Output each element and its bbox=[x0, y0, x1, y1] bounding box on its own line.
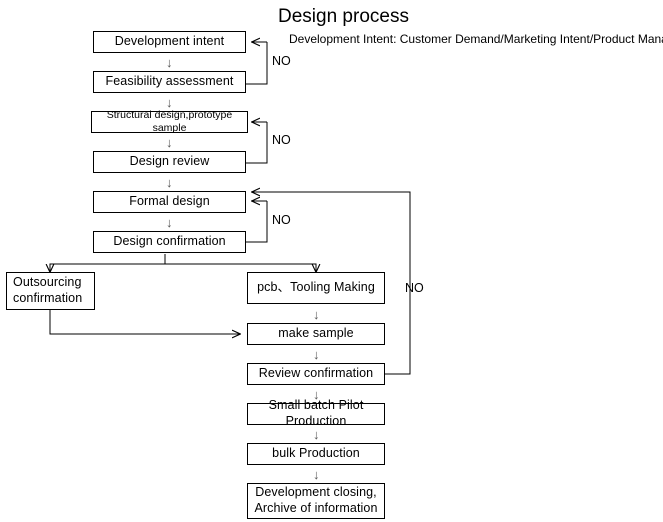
edge-label-no-design-confirmation: NO bbox=[272, 213, 291, 227]
flowchart-canvas: Design process Development Intent: Custo… bbox=[0, 0, 663, 522]
node-pcb-tooling-making[interactable]: pcb、Tooling Making bbox=[247, 272, 385, 304]
node-formal-design[interactable]: Formal design bbox=[93, 191, 246, 213]
node-design-confirmation[interactable]: Design confirmation bbox=[93, 231, 246, 253]
node-design-review[interactable]: Design review bbox=[93, 151, 246, 173]
arrow-glyph-1: ↓ bbox=[166, 55, 173, 70]
subtitle-note: Development Intent: Customer Demand/Mark… bbox=[289, 32, 663, 46]
node-structural-design[interactable]: Structural design,prototype sample bbox=[91, 109, 248, 134]
node-make-sample[interactable]: make sample bbox=[247, 323, 385, 345]
edge-label-no-feasibility: NO bbox=[272, 54, 291, 68]
node-review-confirmation[interactable]: Review confirmation bbox=[247, 363, 385, 385]
node-development-closing[interactable]: Development closing, Archive of informat… bbox=[247, 483, 385, 519]
node-feasibility-assessment[interactable]: Feasibility assessment bbox=[93, 71, 246, 93]
node-small-batch-pilot-production[interactable]: Small batch Pilot Production bbox=[247, 398, 385, 428]
node-development-intent[interactable]: Development intent bbox=[93, 31, 246, 53]
arrow-glyph-5: ↓ bbox=[166, 215, 173, 230]
edge-label-no-design-review: NO bbox=[272, 133, 291, 147]
arrow-glyph-2: ↓ bbox=[166, 95, 173, 110]
arrow-glyph-9: ↓ bbox=[313, 427, 320, 442]
edge-label-no-review-confirmation: NO bbox=[405, 281, 424, 295]
node-bulk-production[interactable]: bulk Production bbox=[247, 443, 385, 465]
arrow-glyph-6: ↓ bbox=[313, 307, 320, 322]
arrow-glyph-10: ↓ bbox=[313, 467, 320, 482]
arrow-glyph-3: ↓ bbox=[166, 135, 173, 150]
arrow-glyph-8: ↓ bbox=[313, 387, 320, 402]
arrow-glyph-4: ↓ bbox=[166, 175, 173, 190]
page-title: Design process bbox=[278, 6, 409, 27]
arrow-glyph-7: ↓ bbox=[313, 347, 320, 362]
node-outsourcing-confirmation[interactable]: Outsourcing confirmation bbox=[6, 272, 95, 310]
